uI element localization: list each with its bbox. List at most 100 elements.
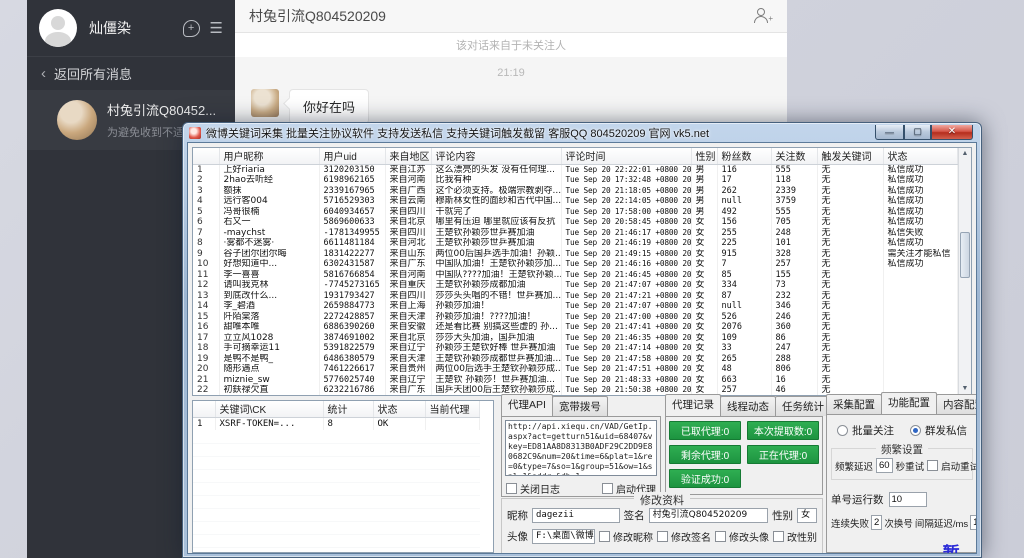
cell[interactable]: 无 [817, 364, 883, 375]
cell[interactable]: 无 [817, 164, 883, 175]
cell[interactable]: 李一喜喜 [219, 270, 319, 281]
cell[interactable]: 22 [193, 385, 219, 396]
cell[interactable]: 7 [193, 228, 219, 239]
cell[interactable]: Tue Sep 20 21:46:45 +0800 2022 [561, 270, 691, 281]
table-row[interactable]: 12请叫我克林-7745273165来自重庆王楚钦孙颖莎成都加油Tue Sep … [193, 280, 958, 291]
cell[interactable]: Tue Sep 20 21:49:15 +0800 2022 [561, 249, 691, 260]
cell[interactable]: Tue Sep 20 17:58:00 +0800 2022 [561, 207, 691, 218]
table-row[interactable]: 21miznie_sw5776025740来自辽宁王楚钦 孙颖莎！世乒赛加油..… [193, 375, 958, 386]
edit-nickname-checkbox[interactable]: 修改昵称 [599, 529, 653, 544]
cell[interactable]: 私信成功 [883, 186, 958, 197]
cell[interactable]: 19 [193, 354, 219, 365]
table-row[interactable]: 7-maychst-1781349955来自四川王楚钦孙颖莎世乒赛加油Tue S… [193, 228, 958, 239]
table-row[interactable]: 5冯哥很楠6040934657来自四川干就完了Tue Sep 20 17:58:… [193, 207, 958, 218]
table-row[interactable]: 17立立风10283874691002来自北京莎莎大头加油，国乒加油Tue Se… [193, 333, 958, 344]
cell[interactable]: 9 [193, 249, 219, 260]
col-index[interactable] [193, 148, 219, 164]
cell[interactable]: 1 [193, 164, 219, 175]
tab-collect-config[interactable]: 采集配置 [826, 394, 882, 414]
fail-count-input[interactable]: 2 [871, 515, 882, 530]
cell[interactable]: 109 [717, 333, 771, 344]
col-count[interactable]: 统计 [323, 401, 373, 417]
cell[interactable]: 7461226617 [319, 364, 385, 375]
scrollbar-thumb[interactable] [960, 232, 970, 278]
cell[interactable]: null [717, 196, 771, 207]
cell[interactable]: 来自上海 [385, 301, 431, 312]
cell[interactable]: 孙颖莎王楚钦好棒 世乒赛加油 [431, 343, 561, 354]
cell[interactable]: 265 [717, 354, 771, 365]
cell[interactable]: miznie_sw [219, 375, 319, 386]
cell[interactable]: 247 [771, 343, 817, 354]
cell[interactable]: 6 [193, 217, 219, 228]
active-proxies-stat[interactable]: 正在代理:0 [747, 445, 819, 464]
table-row[interactable]: 20随形遇点7461226617来自贵州两位00后选手王楚钦孙颖莎成...Tue… [193, 364, 958, 375]
interval-input[interactable]: 1000 [970, 515, 977, 530]
cell[interactable]: 6302431587 [319, 259, 385, 270]
cell[interactable]: 257 [771, 259, 817, 270]
tab-task-stats[interactable]: 任务统计 [775, 396, 831, 416]
cell[interactable]: 需关注才能私信 [883, 249, 958, 260]
col-current-proxy[interactable]: 当前代理 [425, 401, 480, 417]
cell[interactable]: 无 [817, 186, 883, 197]
cell[interactable]: 1931793427 [319, 291, 385, 302]
col-follows[interactable]: 关注数 [771, 148, 817, 164]
cell[interactable]: 来自天津 [385, 312, 431, 323]
cell[interactable]: 255 [717, 228, 771, 239]
cell[interactable]: 甜唯本唯 [219, 322, 319, 333]
cell[interactable]: 孙颖莎加油！????加油！ [431, 312, 561, 323]
cell[interactable] [883, 364, 958, 375]
cell[interactable]: 莎莎大头加油，国乒加油 [431, 333, 561, 344]
fetched-proxies-stat[interactable]: 已取代理:0 [669, 421, 741, 440]
fetch-count-stat[interactable]: 本次提取数:0 [747, 421, 819, 440]
cell[interactable]: 6611481184 [319, 238, 385, 249]
cell[interactable]: Tue Sep 20 21:47:07 +0800 2022 [561, 301, 691, 312]
cell[interactable]: 16 [193, 322, 219, 333]
cell[interactable]: 无 [817, 312, 883, 323]
cell[interactable]: 男 [691, 164, 717, 175]
cell[interactable]: 女 [691, 301, 717, 312]
cell[interactable]: 86 [771, 333, 817, 344]
cell[interactable]: 无 [817, 196, 883, 207]
table-row[interactable]: 8·雾都不迷雾·6611481184来自河北王楚钦孙颖莎世乒赛加油Tue Sep… [193, 238, 958, 249]
col-keyword-ck[interactable]: 关键词\CK [215, 401, 323, 417]
table-row[interactable]: 18手可摘幸运115391822579来自辽宁孙颖莎王楚钦好棒 世乒赛加油Tue… [193, 343, 958, 354]
cell[interactable]: 这么漂亮的头发 没有任何理... [431, 164, 561, 175]
cell[interactable]: 女 [691, 312, 717, 323]
cell[interactable]: 哪里有压迫 哪里就应该有反抗 [431, 217, 561, 228]
cell[interactable]: 246 [771, 312, 817, 323]
cell[interactable]: 705 [771, 217, 817, 228]
cell[interactable]: 346 [771, 301, 817, 312]
cell[interactable]: -maychst [219, 228, 319, 239]
table-scrollbar[interactable]: ▲ ▼ [958, 148, 971, 395]
cell[interactable]: 私信成功 [883, 238, 958, 249]
cell[interactable]: 来自北京 [385, 217, 431, 228]
cell[interactable]: 6198962165 [319, 175, 385, 186]
cell[interactable]: 女 [691, 228, 717, 239]
table-row[interactable]: 22hao去听经6198962165来自河南比我有种Tue Sep 20 17:… [193, 175, 958, 186]
col-uid[interactable]: 用户uid [319, 148, 385, 164]
cell[interactable]: 17 [717, 175, 771, 186]
cell[interactable]: 手可摘幸运11 [219, 343, 319, 354]
cell[interactable]: 1 [193, 417, 215, 430]
cell[interactable]: 2659884773 [319, 301, 385, 312]
cell[interactable]: 干就完了 [431, 207, 561, 218]
cell[interactable]: 女 [691, 354, 717, 365]
cell[interactable]: 来自辽宁 [385, 343, 431, 354]
cell[interactable]: 232 [771, 291, 817, 302]
table-row[interactable]: 14李_碧酒2659884773来自上海孙颖莎加油！Tue Sep 20 21:… [193, 301, 958, 312]
cell[interactable]: 来自广东 [385, 259, 431, 270]
cell[interactable]: 来自辽宁 [385, 375, 431, 386]
cell[interactable]: 5391822579 [319, 343, 385, 354]
cell[interactable]: 私信成功 [883, 217, 958, 228]
cell[interactable]: 无 [817, 354, 883, 365]
cell[interactable]: Tue Sep 20 17:32:48 +0800 2022 [561, 175, 691, 186]
cell[interactable]: 15 [193, 312, 219, 323]
cell[interactable]: 无 [817, 291, 883, 302]
cell[interactable]: 334 [717, 280, 771, 291]
cell[interactable]: 李_碧酒 [219, 301, 319, 312]
profile-avatar[interactable] [39, 9, 77, 47]
cell[interactable]: 2 [193, 175, 219, 186]
tab-proxy-record[interactable]: 代理记录 [665, 394, 721, 416]
cell[interactable]: Tue Sep 20 21:47:41 +0800 2022 [561, 322, 691, 333]
cell[interactable]: 6232216786 [319, 385, 385, 396]
